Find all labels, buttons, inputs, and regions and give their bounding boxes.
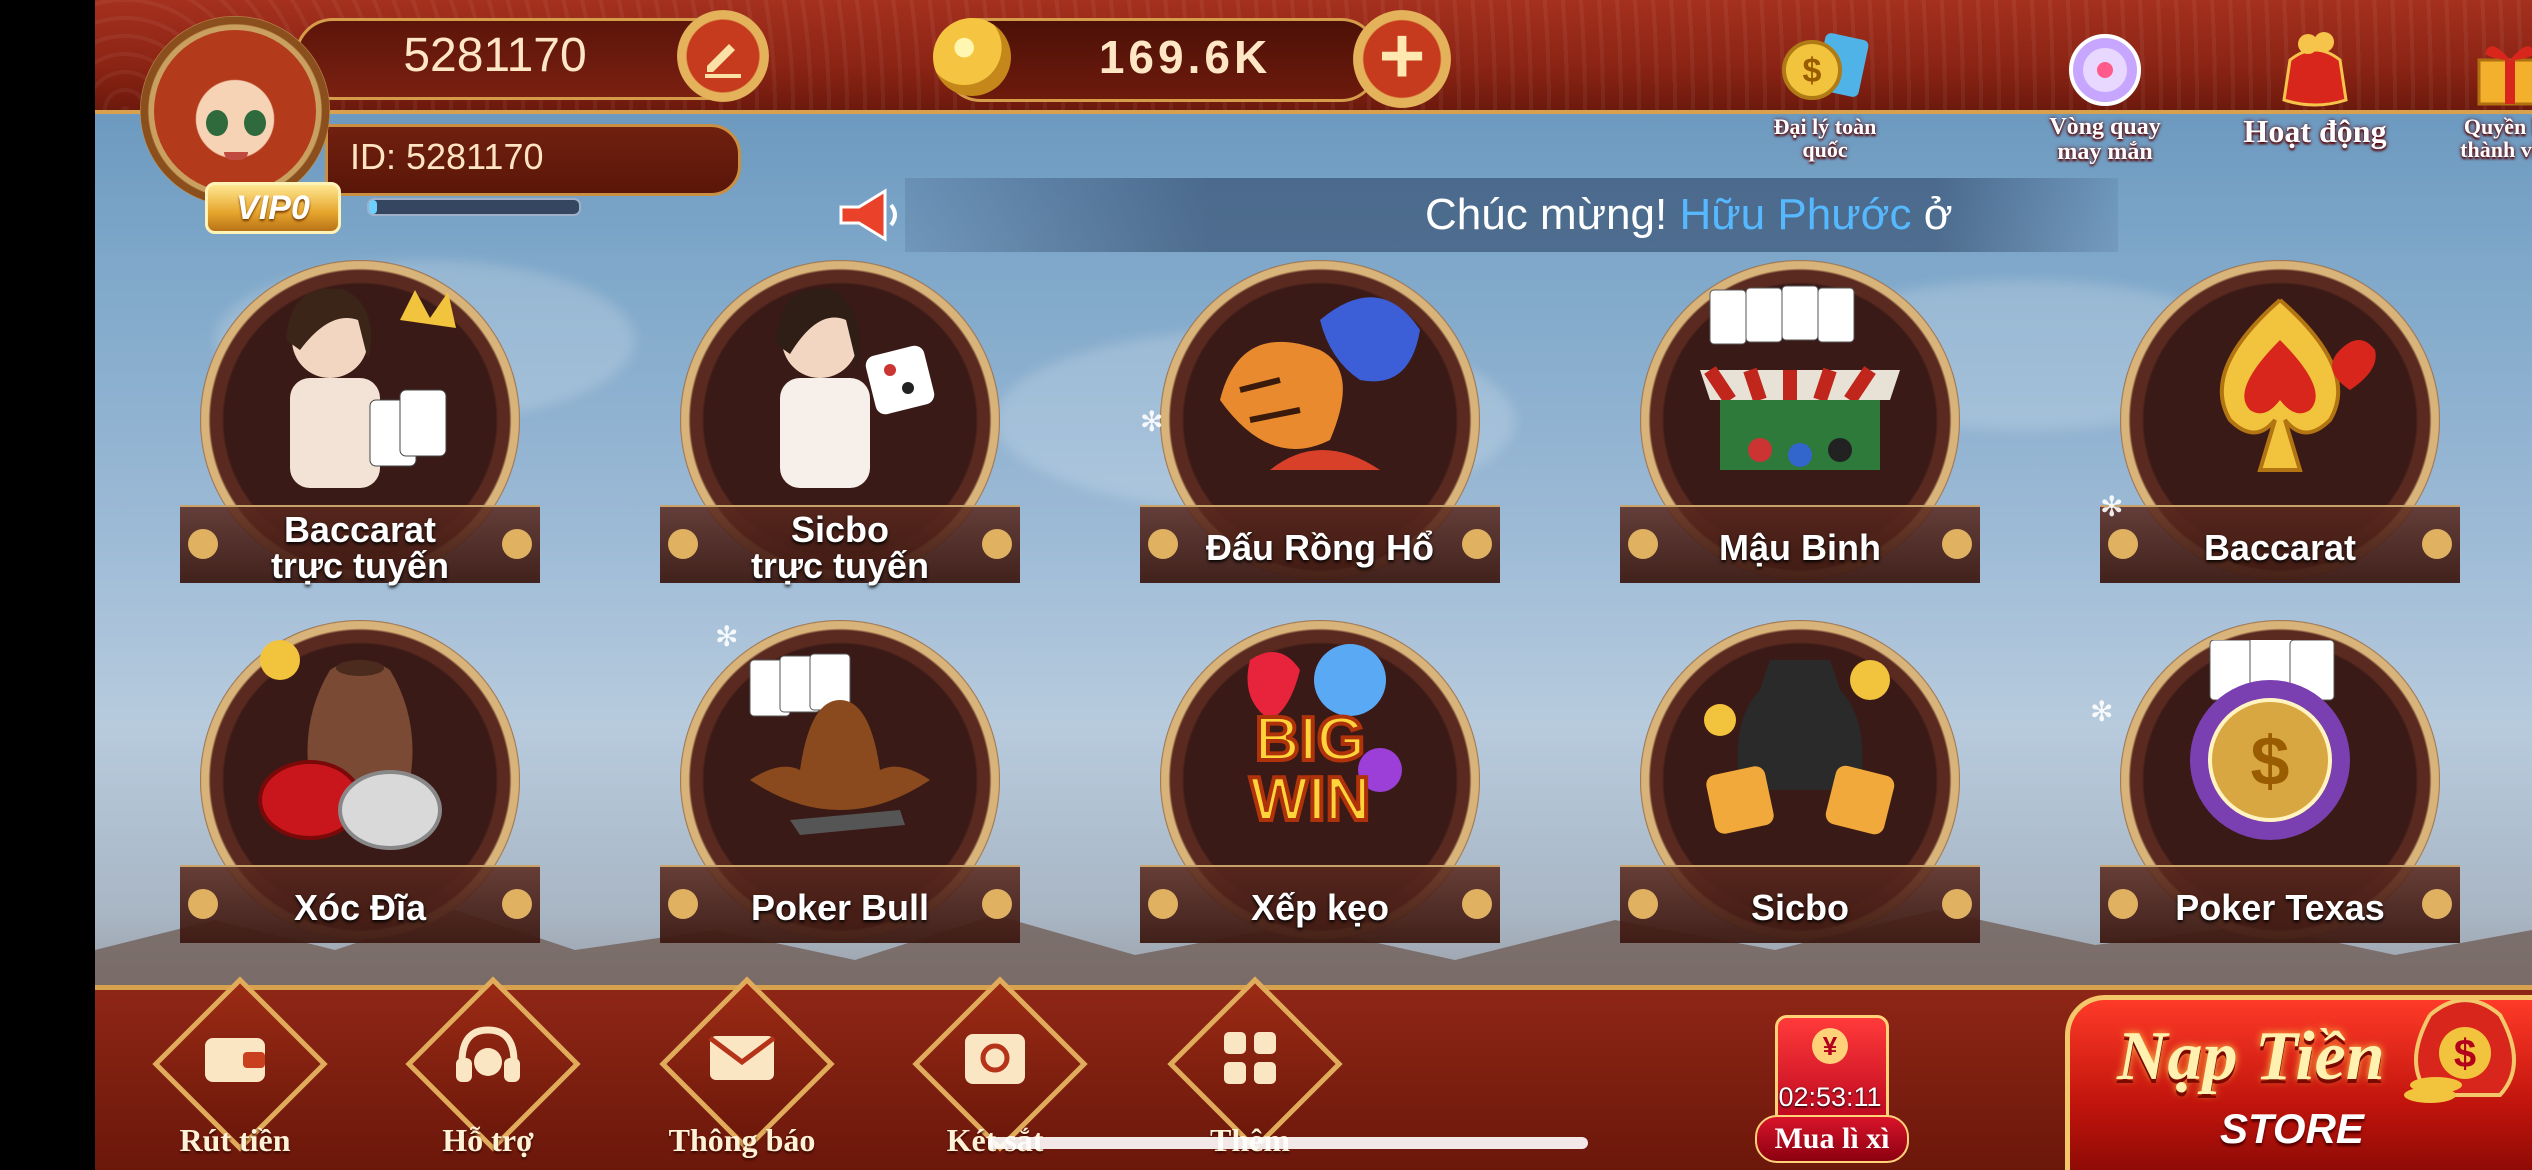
- add-funds-button[interactable]: +: [1353, 10, 1451, 108]
- avatar[interactable]: [140, 16, 330, 206]
- agency-button[interactable]: $ Đại lý toàn quốc: [1750, 30, 1900, 170]
- poker-chip-art: $: [2190, 640, 2350, 840]
- game-poker-bull[interactable]: Poker Bull: [660, 600, 1020, 960]
- snowflake-icon: ✻: [2090, 696, 2114, 727]
- yen-symbol: ¥: [1812, 1028, 1848, 1064]
- mail-icon: [708, 1036, 776, 1080]
- win-word: WIN: [1250, 765, 1371, 834]
- svg-text:$: $: [2454, 1032, 2476, 1076]
- safe-icon: [965, 1034, 1025, 1084]
- big-word: BIG: [1255, 705, 1365, 774]
- support-label: Hỗ trợ: [442, 1122, 534, 1158]
- coin-icon: [933, 18, 1011, 96]
- game-mau-binh[interactable]: Mậu Binh: [1620, 240, 1980, 600]
- lucky-wheel-label-2: may mắn: [2057, 139, 2153, 166]
- more-button[interactable]: Thêm: [1165, 976, 1343, 1160]
- megaphone-icon: [839, 188, 897, 242]
- agency-label-1: Đại lý toàn: [1773, 114, 1877, 139]
- spade-art: [2219, 298, 2376, 472]
- game-label: Baccarat: [2203, 527, 2357, 568]
- agency-icon: $: [1782, 33, 1869, 100]
- svg-text:$: $: [1803, 52, 1822, 90]
- game-label: Poker Texas: [2175, 887, 2385, 928]
- activities-button[interactable]: Hoạt động: [2235, 30, 2395, 170]
- vip-badge[interactable]: VIP0: [205, 182, 341, 234]
- game-poker-texas[interactable]: $ Poker Texas: [2100, 600, 2460, 960]
- snowflake-icon: ✻: [1140, 406, 1164, 437]
- store-label: STORE: [2220, 1105, 2364, 1152]
- pencil-icon: [705, 44, 741, 78]
- headset-icon: [456, 1026, 520, 1082]
- dice-pot-art: [1704, 660, 1895, 835]
- lucky-wheel-label-1: Vòng quay: [2049, 114, 2161, 140]
- game-label: Xếp kẹo: [1250, 887, 1390, 928]
- withdraw-button[interactable]: Rút tiền: [150, 976, 328, 1160]
- game-label-2: trực tuyến: [750, 545, 930, 586]
- game-dragon-tiger[interactable]: Đấu Rồng Hổ: [1140, 240, 1500, 600]
- game-sicbo-online[interactable]: Sicbo trực tuyến: [660, 240, 1020, 600]
- cowboy-hat-art: [749, 653, 930, 835]
- vip-progress-fill: [369, 200, 378, 214]
- game-label: Xóc Đĩa: [293, 887, 427, 928]
- gift-box-icon: [2477, 46, 2532, 106]
- dragon-tiger-art: [1220, 297, 1420, 470]
- snowflake-icon: ✻: [715, 621, 739, 652]
- money-bag-icon: $: [2404, 998, 2516, 1103]
- game-xoc-dia[interactable]: Xóc Đĩa: [180, 600, 540, 960]
- bowl-art: [258, 640, 442, 850]
- game-xep-keo[interactable]: BIG WIN Xếp kẹo: [1140, 600, 1500, 960]
- agency-label-2: quốc: [1802, 137, 1848, 163]
- game-label: Mậu Binh: [1719, 527, 1881, 568]
- plus-icon: +: [1378, 11, 1426, 100]
- safe-button[interactable]: Két sắt: [910, 976, 1088, 1160]
- player-name: 5281170: [403, 29, 587, 82]
- support-button[interactable]: Hỗ trợ: [403, 976, 581, 1160]
- wallet-icon: [205, 1038, 265, 1082]
- wheel-icon: [2069, 34, 2141, 106]
- lucky-bag-icon: [2282, 32, 2348, 107]
- member-benefits-button[interactable]: Quyền lợi thành viên: [2430, 30, 2532, 170]
- svg-text:$: $: [2251, 722, 2290, 800]
- withdraw-label: Rút tiền: [179, 1122, 291, 1158]
- game-sicbo[interactable]: Sicbo: [1620, 600, 1980, 960]
- member-benefits-label-2: thành viên: [2460, 137, 2532, 163]
- lixi-timer: 02:53:11: [1778, 1082, 1882, 1112]
- notifications-label: Thông báo: [668, 1122, 816, 1158]
- buy-lixi-button[interactable]: ¥ 02:53:11 Mua lì xì: [1745, 1015, 1915, 1165]
- deposit-store-button[interactable]: $ Nạp Tiền STORE: [2065, 955, 2532, 1170]
- grid-icon: [1224, 1032, 1276, 1084]
- big-win-candy-art: BIG WIN: [1247, 644, 1402, 836]
- game-baccarat-online[interactable]: Baccarat trực tuyến: [180, 240, 540, 600]
- vip-progress-bar: [367, 198, 581, 216]
- home-indicator[interactable]: [988, 1137, 1588, 1149]
- game-lobby: VIP0 5281170 ID: 5281170 169.6K + $ Đại …: [95, 0, 2532, 1170]
- announcement-suffix: ở: [1911, 190, 1953, 239]
- snowflake-icon: ✻: [2100, 491, 2124, 522]
- game-label: Poker Bull: [750, 887, 930, 928]
- lucky-wheel-button[interactable]: Vòng quay may mắn: [2030, 30, 2180, 170]
- member-benefits-label-1: Quyền lợi: [2463, 114, 2532, 139]
- announcement-prefix: Chúc mừng!: [1425, 190, 1680, 239]
- activities-label: Hoạt động: [2243, 113, 2387, 149]
- player-id: ID: 5281170: [350, 136, 544, 177]
- lixi-label: Mua lì xì: [1755, 1115, 1909, 1163]
- game-label: Đấu Rồng Hổ: [1206, 527, 1434, 568]
- deposit-title: Nạp Tiền: [2117, 1018, 2385, 1095]
- game-baccarat[interactable]: Baccarat: [2100, 240, 2460, 600]
- dealer-cards-art: [286, 288, 456, 488]
- game-label: Sicbo: [1750, 887, 1849, 928]
- game-label: Baccarat: [283, 509, 437, 550]
- announcement-winner: Hữu Phước: [1679, 190, 1912, 239]
- notifications-button[interactable]: Thông báo: [657, 976, 835, 1160]
- edit-profile-button[interactable]: [677, 10, 769, 102]
- game-label: Sicbo: [790, 509, 889, 550]
- card-stall-art: [1700, 285, 1900, 470]
- avatar-portrait: [154, 30, 316, 192]
- balance-amount: 169.6K: [1098, 31, 1272, 83]
- dealer-dice-art: [776, 288, 935, 488]
- game-label-2: trực tuyến: [270, 545, 450, 586]
